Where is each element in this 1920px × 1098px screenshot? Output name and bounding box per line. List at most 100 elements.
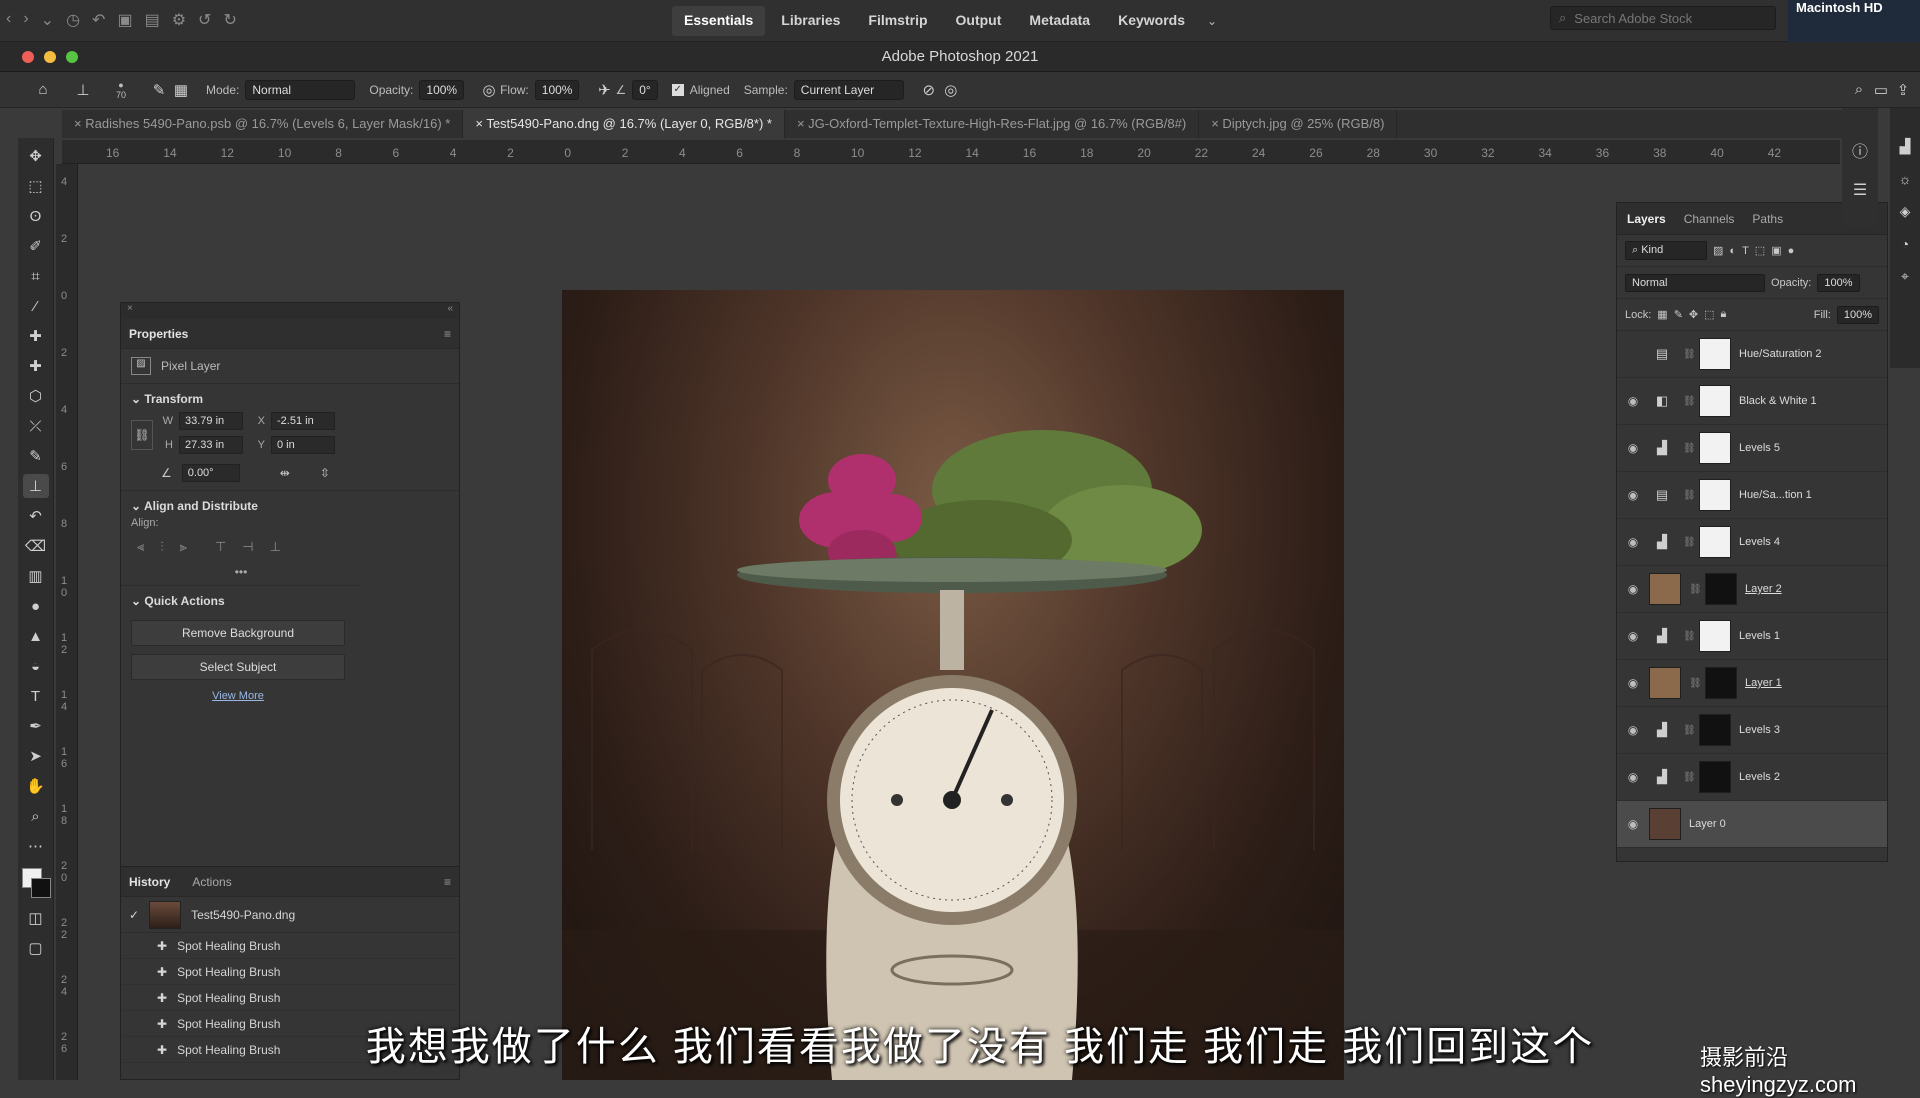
tab-layers[interactable]: Layers: [1627, 212, 1666, 226]
layer-row[interactable]: ◉ ▟ ⛓ Levels 5: [1617, 425, 1887, 472]
hand-tool-icon[interactable]: ✋: [23, 774, 49, 798]
close-icon[interactable]: ×: [127, 303, 133, 319]
height-input[interactable]: 27.33 in: [179, 436, 243, 454]
history-brush-source-icon[interactable]: ✓: [129, 908, 139, 922]
more-options-icon[interactable]: •••: [121, 565, 361, 586]
layer-name[interactable]: Layer 1: [1745, 677, 1782, 689]
layer-row[interactable]: ◉ Layer 0: [1617, 801, 1887, 848]
mask-link-icon[interactable]: ⛓: [1683, 772, 1696, 783]
panel-drag-bar[interactable]: × «: [121, 303, 459, 319]
layer-thumbnail[interactable]: [1649, 808, 1681, 840]
tab-channels[interactable]: Channels: [1684, 212, 1735, 226]
return-icon[interactable]: ↶: [92, 10, 105, 30]
layer-mask-thumbnail[interactable]: [1699, 338, 1731, 370]
filter-toggle-icon[interactable]: ●: [1788, 245, 1795, 257]
flow-field[interactable]: 100%: [534, 79, 580, 100]
rotate-right-icon[interactable]: ↻: [223, 10, 236, 30]
layer-name[interactable]: Black & White 1: [1739, 395, 1817, 407]
angle-field[interactable]: 0°: [632, 79, 658, 100]
filter-adjustment-icon[interactable]: ◐: [1729, 245, 1736, 257]
minimize-window-button[interactable]: [44, 51, 56, 63]
layer-row[interactable]: ◉ ⛓ Layer 2: [1617, 566, 1887, 613]
tab-properties[interactable]: Properties: [129, 327, 188, 341]
aligned-checkbox[interactable]: ✓: [671, 83, 684, 96]
camera-icon[interactable]: ▣: [117, 10, 132, 30]
layer-mask-thumbnail[interactable]: [1699, 714, 1731, 746]
align-center-h-icon[interactable]: ⫶: [160, 539, 163, 555]
layer-name[interactable]: Hue/Saturation 2: [1739, 348, 1822, 360]
layer-name[interactable]: Levels 3: [1739, 724, 1780, 736]
fill-field[interactable]: 100%: [1836, 305, 1879, 324]
eyedropper-tool-icon[interactable]: ⁄: [23, 294, 49, 318]
spot-healing-tool-icon[interactable]: ✚: [23, 324, 49, 348]
levels-adjustment-icon[interactable]: ▟: [1649, 626, 1675, 646]
hue-sat-adjustment-icon[interactable]: ▤: [1649, 344, 1675, 364]
document-tab[interactable]: × Test5490-Pano.dng @ 16.7% (Layer 0, RG…: [463, 110, 785, 138]
lock-pixels-icon[interactable]: ✎: [1674, 308, 1683, 321]
visibility-eye-icon[interactable]: ◉: [1625, 676, 1641, 690]
filter-smart-object-icon[interactable]: ▣: [1771, 244, 1781, 257]
lasso-tool-icon[interactable]: ʘ: [23, 204, 49, 228]
crop-tool-icon[interactable]: ⌗: [23, 264, 49, 288]
history-step[interactable]: ✚ Spot Healing Brush: [121, 959, 459, 985]
eraser-tool-icon[interactable]: ⌫: [23, 534, 49, 558]
comments-icon[interactable]: ☰: [1853, 180, 1867, 200]
align-top-icon[interactable]: ⊤: [215, 539, 226, 555]
burn-tool-icon[interactable]: ◒: [23, 654, 49, 678]
vertical-ruler[interactable]: 4 2 0 2 4 6 8 1 0 1 2 1 4 1 6 1 8 2 0 2 2 2 4 2 6: [56, 164, 78, 1080]
healing-brush-tool-icon[interactable]: ✚: [23, 354, 49, 378]
patch-tool-icon[interactable]: ⬡: [23, 384, 49, 408]
visibility-eye-icon[interactable]: ◉: [1625, 394, 1641, 408]
chevron-down-icon[interactable]: ⌄: [1201, 6, 1223, 36]
levels-adjustment-icon[interactable]: ▟: [1649, 720, 1675, 740]
layer-row[interactable]: ◉ ▟ ⛓ Levels 2: [1617, 754, 1887, 801]
zoom-window-button[interactable]: [66, 51, 78, 63]
align-right-icon[interactable]: ⫸: [180, 539, 187, 555]
mask-link-icon[interactable]: ⛓: [1683, 490, 1696, 501]
layer-row[interactable]: ◉ ▟ ⛓ Levels 1: [1617, 613, 1887, 660]
mask-link-icon[interactable]: ⛓: [1683, 537, 1696, 548]
mask-link-icon[interactable]: ⛓: [1689, 584, 1702, 595]
layer-row[interactable]: ◉ ⛓ Layer 1: [1617, 660, 1887, 707]
layer-thumbnail[interactable]: [1649, 573, 1681, 605]
more-tools-icon[interactable]: ⋯: [23, 834, 49, 858]
layer-mask-thumbnail[interactable]: [1699, 526, 1731, 558]
screen-mode-icon[interactable]: ▢: [23, 936, 49, 960]
lock-artboard-icon[interactable]: ⬚: [1704, 308, 1714, 321]
flip-vertical-icon[interactable]: ⇳: [320, 466, 330, 480]
flip-horizontal-icon[interactable]: ⇹: [280, 466, 290, 480]
align-middle-v-icon[interactable]: ⊣: [242, 539, 253, 555]
history-clock-icon[interactable]: ◷: [66, 10, 80, 30]
layers-icon[interactable]: ◈: [1900, 203, 1911, 220]
tab-actions[interactable]: Actions: [192, 875, 231, 889]
remove-background-button[interactable]: Remove Background: [131, 620, 345, 646]
move-tool-icon[interactable]: ✥: [23, 144, 49, 168]
mask-link-icon[interactable]: ⛓: [1689, 678, 1702, 689]
info-icon[interactable]: ⓘ: [1852, 138, 1868, 162]
clone-source-icon[interactable]: ▦: [170, 79, 192, 101]
visibility-eye-icon[interactable]: ◉: [1625, 817, 1641, 831]
stock-search-input[interactable]: ⌕ Search Adobe Stock: [1550, 6, 1776, 30]
align-left-icon[interactable]: ⫷: [137, 539, 144, 555]
filter-pixel-icon[interactable]: ▨: [1713, 244, 1723, 257]
align-bottom-icon[interactable]: ⊥: [270, 539, 281, 555]
airbrush-icon[interactable]: ✈: [593, 79, 615, 101]
layer-mask-thumbnail[interactable]: [1705, 573, 1737, 605]
document-canvas[interactable]: [562, 290, 1344, 1080]
layer-name[interactable]: Levels 1: [1739, 630, 1780, 642]
zoom-tool-icon[interactable]: ⌕: [23, 804, 49, 828]
document-tab[interactable]: × JG-Oxford-Templet-Texture-High-Res-Fla…: [785, 110, 1200, 138]
brush-tool-icon[interactable]: ✎: [23, 444, 49, 468]
opacity-field[interactable]: 100%: [419, 79, 465, 100]
clone-stamp-tool-icon[interactable]: ⊥: [22, 474, 49, 498]
color-swatches[interactable]: [21, 868, 51, 900]
blend-mode-select[interactable]: Normal: [1625, 273, 1765, 292]
layer-name[interactable]: Layer 2: [1745, 583, 1782, 595]
pen-tool-icon[interactable]: ✒: [23, 714, 49, 738]
quick-actions-header[interactable]: ⌄ Quick Actions: [121, 586, 459, 612]
paths-icon[interactable]: ⌖: [1901, 268, 1909, 285]
collapse-icon[interactable]: «: [447, 303, 453, 319]
document-tab[interactable]: × Diptych.jpg @ 25% (RGB/8): [1199, 110, 1398, 138]
hue-sat-adjustment-icon[interactable]: ▤: [1649, 485, 1675, 505]
workspace-tab[interactable]: Output: [944, 6, 1014, 36]
